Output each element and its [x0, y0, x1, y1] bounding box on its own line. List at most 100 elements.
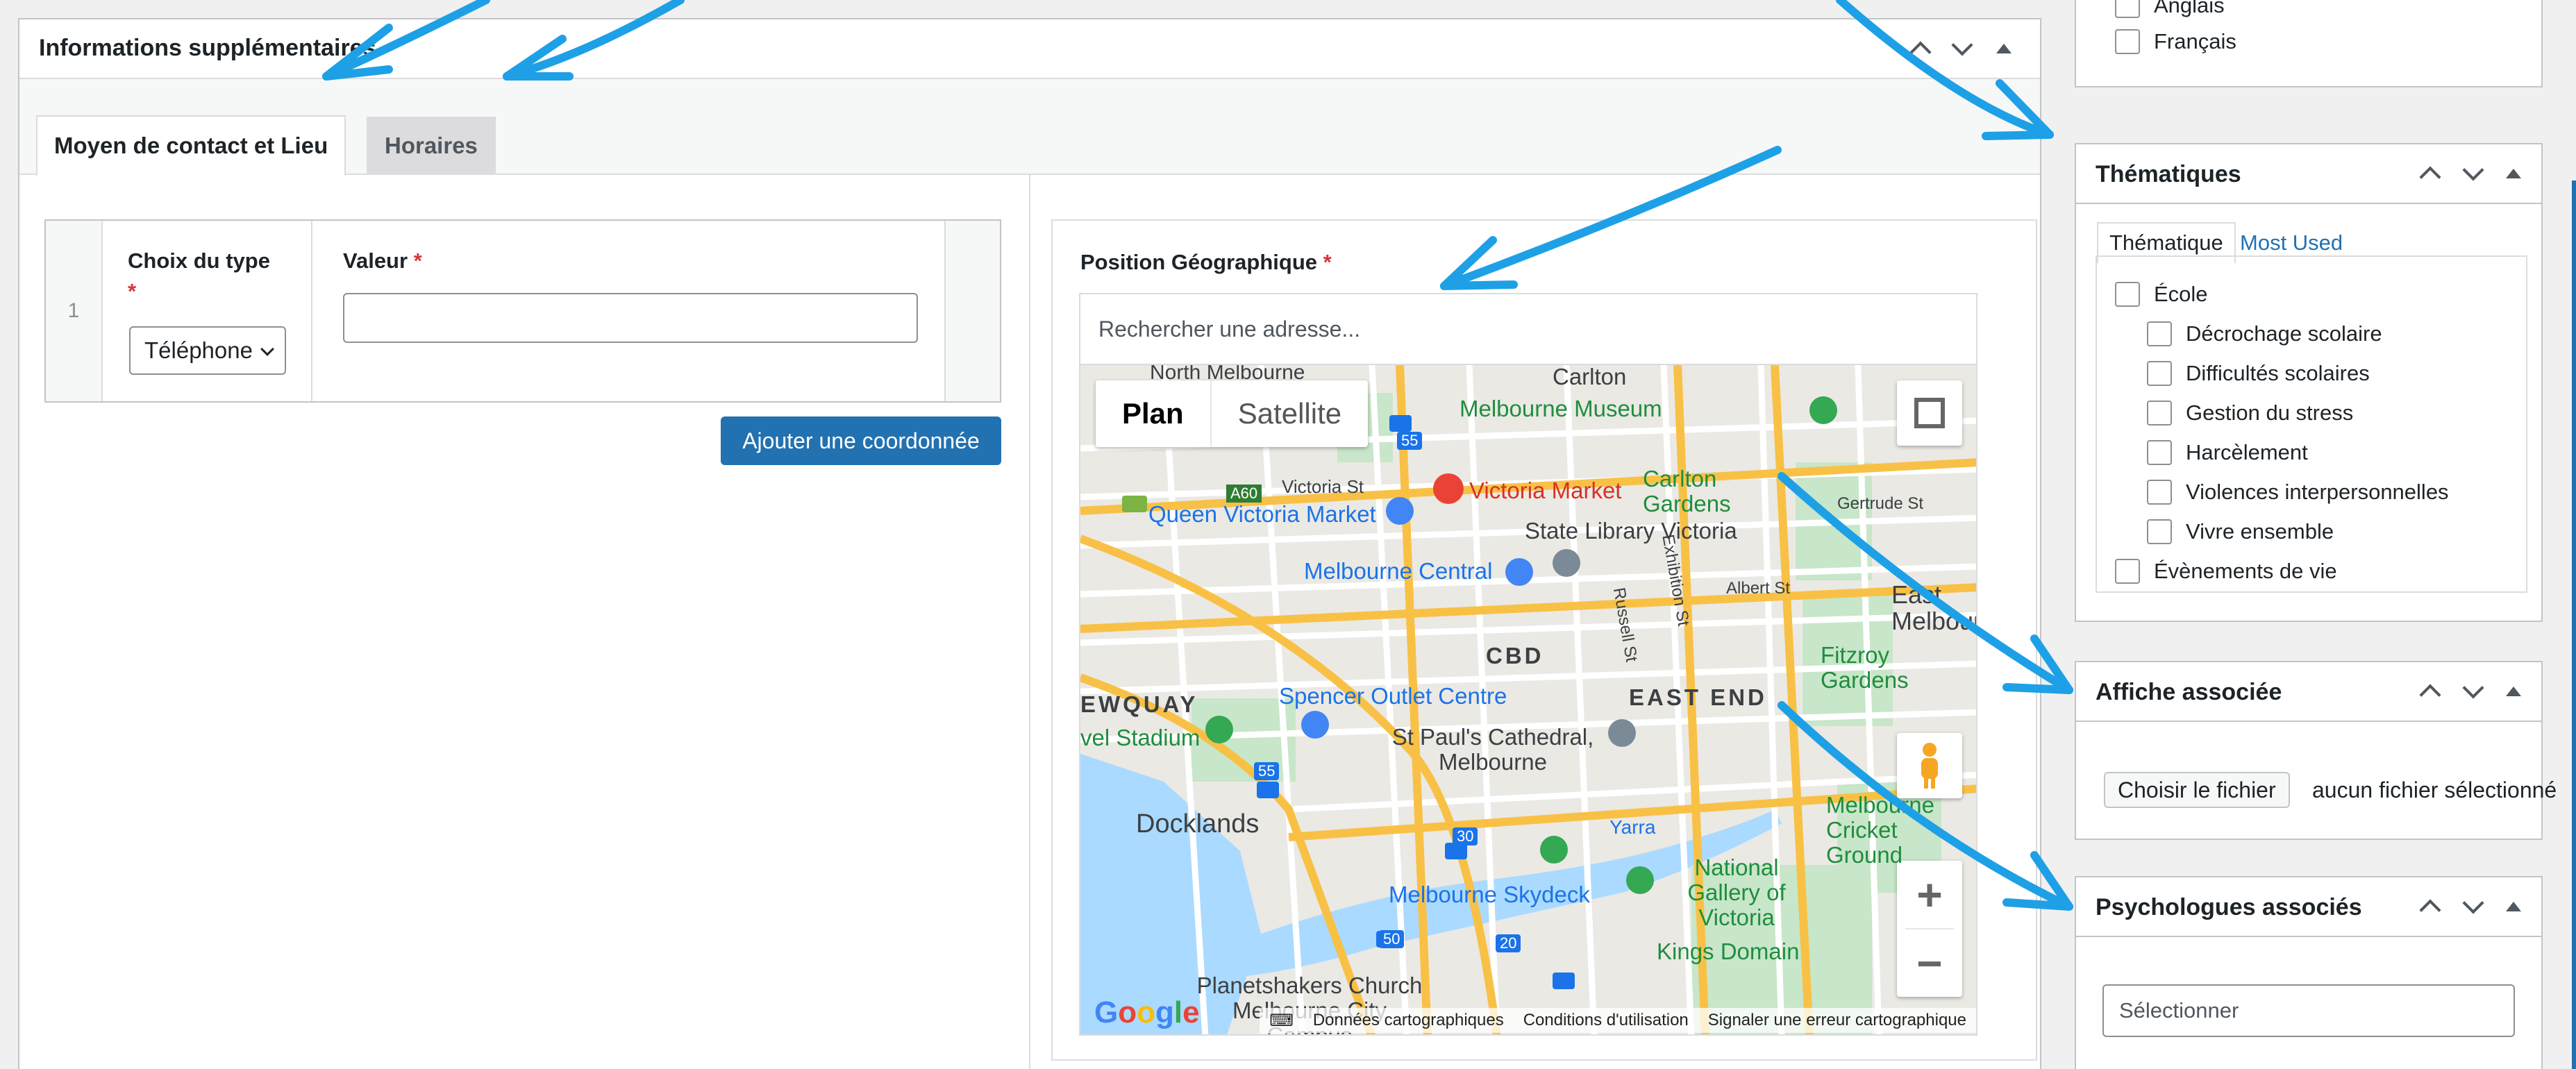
map-type-control: Plan Satellite [1096, 380, 1369, 447]
checkbox[interactable] [2115, 0, 2140, 18]
move-down-button[interactable] [2455, 889, 2491, 925]
checkbox-row[interactable]: École [2115, 282, 2208, 307]
toggle-panel-button[interactable] [2495, 673, 2532, 709]
checkbox-row[interactable]: Évènements de vie [2115, 559, 2337, 584]
chevron-down-icon [2462, 159, 2484, 181]
tab-contact-location[interactable]: Moyen de contact et Lieu [36, 115, 346, 176]
map-label: EAST END [1629, 684, 1767, 710]
metabox-header: Affiche associée [2076, 662, 2541, 722]
map-label: Queen Victoria Market [1148, 501, 1376, 527]
collapse-triangle-icon [2506, 687, 2521, 696]
map-label: Carlton [1553, 364, 1627, 389]
language-checkbox-row[interactable]: Anglais [2115, 0, 2225, 18]
map-label: Gertrude St [1837, 494, 1924, 513]
report-error-link[interactable]: Signaler une erreur cartographique [1698, 1008, 1976, 1033]
move-up-button[interactable] [1902, 31, 1939, 67]
street-view-pegman[interactable] [1897, 733, 1962, 798]
checkbox[interactable] [2115, 282, 2140, 307]
zoom-control: + − [1897, 861, 1962, 997]
add-contact-button[interactable]: Ajouter une coordonnée [721, 416, 1001, 465]
checkbox-row[interactable]: Difficultés scolaires [2147, 361, 2370, 386]
thematiques-metabox: Thématiques Thématique Most Used École D… [2075, 143, 2543, 622]
map-label: National Gallery of Victoria [1687, 855, 1786, 930]
toggle-panel-button[interactable] [2495, 889, 2532, 925]
psychologues-select[interactable]: Sélectionner [2102, 984, 2515, 1037]
metabox-header: Informations supplémentaires [19, 19, 2040, 79]
map-label: Fitzroy Gardens [1821, 642, 1909, 693]
route-shield: 20 [1496, 934, 1521, 952]
scroll-indicator[interactable] [2572, 180, 2576, 1069]
address-search-input[interactable]: Rechercher une adresse... [1079, 293, 1977, 365]
geo-label: Position Géographique * [1080, 250, 1332, 274]
checkbox[interactable] [2147, 519, 2172, 544]
type-required-mark: * [128, 279, 137, 303]
tab-hours[interactable]: Horaires [367, 117, 496, 175]
metabox-title: Thématiques [2096, 161, 2241, 187]
pegman-icon [1921, 743, 1938, 789]
map-label: North Melbourne [1150, 364, 1305, 384]
map-label: Melbourne Skydeck [1389, 882, 1590, 907]
chevron-down-icon [260, 342, 274, 356]
checkbox[interactable] [2147, 440, 2172, 465]
checkbox[interactable] [2147, 361, 2172, 386]
map-type-satellite[interactable]: Satellite [1210, 380, 1368, 447]
map-label: Spencer Outlet Centre [1279, 683, 1507, 709]
type-label: Choix du type [128, 249, 270, 273]
checkbox-row[interactable]: Décrochage scolaire [2147, 321, 2382, 346]
value-input[interactable] [343, 293, 918, 343]
checkbox[interactable] [2147, 321, 2172, 346]
move-down-button[interactable] [2455, 673, 2491, 709]
column-divider [1029, 175, 1030, 1069]
checkbox-row[interactable]: Violences interpersonnelles [2147, 480, 2449, 505]
map-label: CBD [1486, 643, 1544, 668]
terms-link[interactable]: Conditions d'utilisation [1513, 1008, 1698, 1033]
map-markers [1122, 396, 1837, 989]
type-select[interactable]: Téléphone [129, 326, 286, 375]
checkbox-row[interactable]: Gestion du stress [2147, 401, 2353, 426]
choose-file-button[interactable]: Choisir le fichier [2104, 772, 2290, 808]
google-map[interactable]: Plan Satellite + − Carlton North Melbour… [1079, 364, 1977, 1036]
map-type-plan[interactable]: Plan [1096, 380, 1210, 447]
collapse-triangle-icon [2506, 902, 2521, 911]
metabox-title: Psychologues associés [2096, 894, 2362, 920]
checkbox[interactable] [2115, 29, 2140, 54]
chevron-up-icon [2419, 166, 2441, 188]
keyboard-shortcuts-icon[interactable]: ⌨ [1260, 1007, 1303, 1034]
fullscreen-button[interactable] [1897, 380, 1962, 446]
checkbox[interactable] [2147, 480, 2172, 505]
tab-content: 1 Choix du type * Téléphone Valeur * Ajo… [19, 175, 2040, 1069]
metabox-title: Affiche associée [2096, 679, 2282, 705]
move-down-button[interactable] [2455, 155, 2491, 192]
map-label: Yarra [1609, 816, 1656, 838]
row-actions-handle[interactable] [944, 221, 1000, 401]
map-data-link[interactable]: Données cartographiques [1303, 1008, 1514, 1033]
language-checkbox-row[interactable]: Français [2115, 29, 2236, 54]
map-label: East Melbourne [1891, 580, 1976, 635]
cell-divider [311, 221, 312, 401]
map-label: Carlton Gardens [1643, 466, 1731, 516]
zoom-in-button[interactable]: + [1897, 861, 1962, 928]
row-number[interactable]: 1 [46, 221, 103, 401]
zoom-out-button[interactable]: − [1897, 929, 1962, 997]
move-down-button[interactable] [1944, 31, 1980, 67]
route-shield: 55 [1254, 762, 1280, 780]
chevron-up-icon [2419, 684, 2441, 706]
checkbox[interactable] [2115, 559, 2140, 584]
move-up-button[interactable] [2412, 889, 2448, 925]
map-label: St Paul's Cathedral, Melbourne [1391, 724, 1594, 775]
toggle-panel-button[interactable] [1986, 31, 2022, 67]
checkbox-row[interactable]: Vivre ensemble [2147, 519, 2334, 544]
chevron-up-icon [2419, 899, 2441, 921]
toggle-panel-button[interactable] [2495, 155, 2532, 192]
map-label: Melbourne Cricket Ground [1826, 792, 1934, 868]
checkbox-row[interactable]: Harcèlement [2147, 440, 2308, 465]
affiche-metabox: Affiche associée Choisir le fichier aucu… [2075, 661, 2557, 840]
psychologues-metabox: Psychologues associés Sélectionner [2075, 876, 2543, 1069]
chevron-down-icon [2462, 892, 2484, 914]
move-up-button[interactable] [2412, 155, 2448, 192]
checkbox[interactable] [2147, 401, 2172, 426]
map-label: Kings Domain [1657, 938, 1800, 964]
route-shield: 30 [1453, 827, 1478, 845]
chevron-up-icon [1909, 41, 1932, 63]
move-up-button[interactable] [2412, 673, 2448, 709]
